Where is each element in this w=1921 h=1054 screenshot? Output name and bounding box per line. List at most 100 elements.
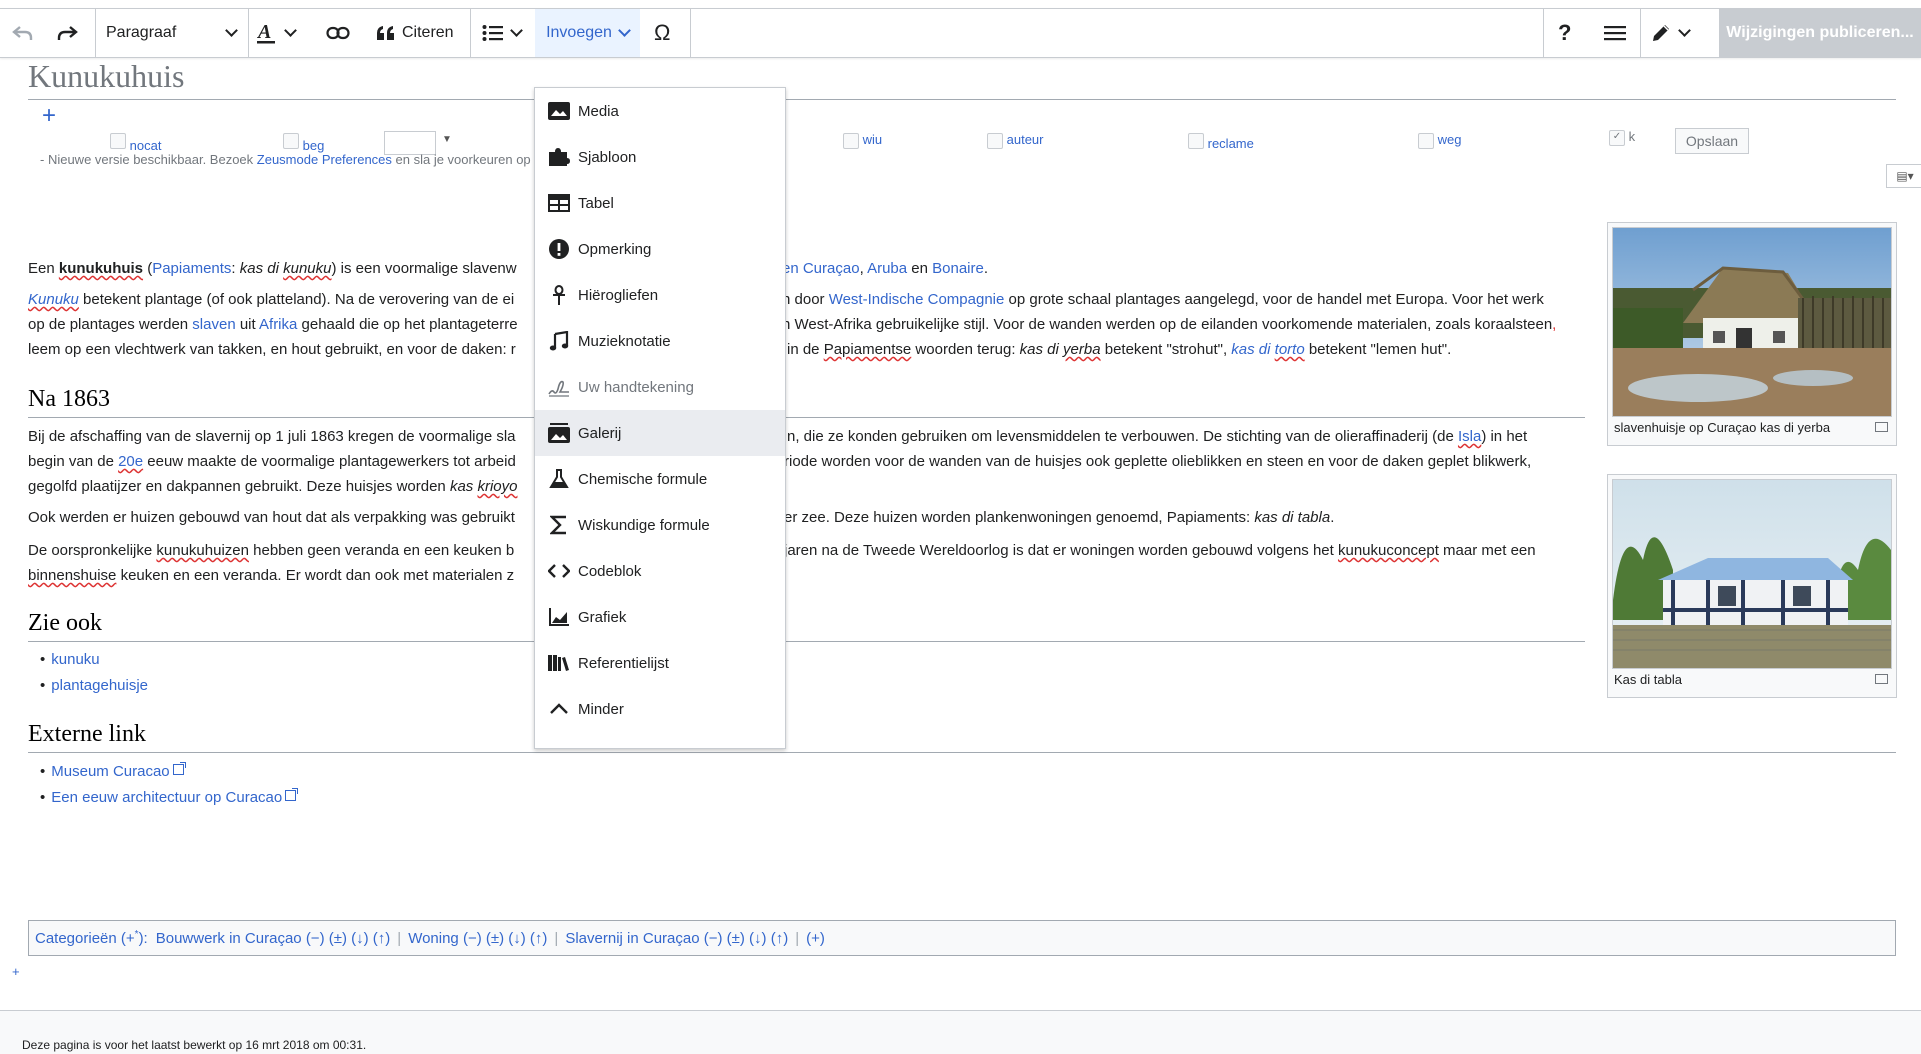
link-curacao[interactable]: en Curaçao — [782, 260, 860, 277]
page-title[interactable]: Kunukuhuis — [28, 58, 184, 95]
gadget-k[interactable]: ✓ k — [1609, 129, 1635, 153]
link-museum-curacao[interactable]: Museum Curacao — [51, 762, 186, 780]
category-controls[interactable]: (−) (±) (↓) (↑) — [463, 930, 547, 947]
publish-changes-button[interactable]: Wijzigingen publiceren... — [1719, 9, 1921, 57]
text-style-icon: A — [256, 21, 275, 44]
gadget-auteur[interactable]: auteur — [987, 132, 1044, 156]
gadget-weg[interactable]: weg — [1418, 132, 1461, 156]
checkbox[interactable] — [987, 132, 1003, 149]
thumbnail-kas-di-tabla[interactable]: Kas di tabla — [1607, 474, 1897, 698]
link-papiaments[interactable]: Papiaments — [152, 260, 231, 277]
menu-item-opmerking[interactable]: Opmerking — [535, 226, 785, 272]
menu-item-codeblok[interactable]: Codeblok — [535, 548, 785, 594]
cite-button[interactable]: Citeren — [376, 9, 460, 57]
heading-na-1863[interactable]: Na 1863 — [28, 386, 110, 413]
omega-icon: Ω — [654, 20, 671, 45]
add-section-button[interactable]: + — [42, 102, 56, 130]
checkbox[interactable] — [843, 132, 859, 149]
menu-item-wiskundige-formule[interactable]: Wiskundige formule — [535, 502, 785, 548]
link-wic[interactable]: West-Indische Compagnie — [829, 291, 1005, 308]
category-separator: | — [397, 929, 402, 947]
help-button[interactable]: ? — [1558, 9, 1578, 57]
link-slaven[interactable]: slaven — [192, 316, 235, 333]
link-architectuur-curacao[interactable]: Een eeuw architectuur op Curacao — [51, 788, 299, 806]
category-bouwwerk-in-curacao[interactable]: Bouwwerk in Curaçao — [156, 930, 302, 947]
special-character-button[interactable]: Ω — [654, 9, 680, 57]
ankh-icon — [553, 285, 565, 305]
paragraph-kunuku-line1: Kunuku betekent plantage (of ook plattel… — [28, 291, 515, 308]
checkbox[interactable] — [1418, 132, 1434, 149]
gadget-reclame[interactable]: reclame — [1188, 132, 1254, 156]
menu-item-uw-handtekening[interactable]: Uw handtekening — [535, 364, 785, 410]
category-slavernij-in-curacao[interactable]: Slavernij in Curaçao — [565, 930, 699, 947]
redo-button[interactable] — [56, 9, 84, 57]
category-separator: | — [554, 929, 559, 947]
gallery-icon — [548, 423, 570, 443]
menu-item-referentielijst[interactable]: Referentielijst — [535, 640, 785, 686]
paragraph-format-dropdown[interactable]: Paragraaf — [96, 9, 248, 57]
checkbox[interactable] — [1188, 132, 1204, 149]
editor-toolbar: Paragraaf A Citeren Invoegen Ω ? Wijzigi… — [0, 8, 1921, 58]
enlarge-icon[interactable] — [1875, 422, 1888, 432]
link-aruba[interactable]: Aruba — [867, 260, 907, 277]
heading-externe-link[interactable]: Externe link — [28, 721, 146, 748]
chevron-down-icon — [284, 24, 297, 37]
menu-item-minder[interactable]: Minder — [535, 686, 785, 732]
menu-icon — [1604, 26, 1626, 41]
menu-item-chemische-formule[interactable]: Chemische formule — [535, 456, 785, 502]
image-kas-di-tabla[interactable] — [1612, 479, 1892, 669]
menu-item-muzieknotatie[interactable]: Muzieknotatie — [535, 318, 785, 364]
link-kunuku[interactable]: Kunuku — [28, 291, 79, 308]
menu-item-tabel[interactable]: Tabel — [535, 180, 785, 226]
paragraph-1863-line1-right: n, die ze konden gebruiken om levensmidd… — [787, 428, 1528, 445]
preferences-link[interactable]: Zeusmode Preferences — [257, 152, 392, 167]
link-bonaire[interactable]: Bonaire — [932, 260, 984, 277]
gadget-toggle[interactable]: ▤▾ — [1886, 164, 1921, 188]
menu-item-hierogliefen[interactable]: Hiërogliefen — [535, 272, 785, 318]
chevron-down-icon — [510, 24, 523, 37]
category-controls[interactable]: (−) (±) (↓) (↑) — [704, 930, 788, 947]
text-style-dropdown[interactable]: A — [256, 9, 308, 57]
page-options-button[interactable] — [1604, 9, 1628, 57]
undo-button[interactable] — [12, 9, 40, 57]
category-controls[interactable]: (−) (±) (↓) (↑) — [306, 930, 390, 947]
checkbox[interactable] — [110, 132, 126, 149]
thumbnail-kas-di-yerba[interactable]: slavenhuisje op Curaçao kas di yerba — [1607, 222, 1897, 446]
music-note-icon — [549, 331, 569, 351]
link-koraalsteen[interactable]: , — [1552, 316, 1556, 333]
heading-divider — [28, 752, 1896, 753]
menu-item-sjabloon[interactable]: Sjabloon — [535, 134, 785, 180]
heading-zie-ook[interactable]: Zie ook — [28, 610, 102, 637]
checkbox[interactable] — [283, 132, 299, 149]
paragraph-1863-line2-right: riode worden voor de wanden van de huisj… — [784, 453, 1532, 470]
flask-icon — [549, 469, 569, 488]
edit-mode-dropdown[interactable] — [1650, 9, 1700, 57]
menu-item-galerij[interactable]: Galerij — [535, 410, 785, 456]
link-20e[interactable]: 20e — [118, 453, 143, 470]
checkbox-checked[interactable]: ✓ — [1609, 129, 1625, 146]
external-link-icon — [172, 762, 186, 775]
paragraph-1863-line1: Bij de afschaffing van de slavernij op 1… — [28, 428, 516, 445]
gadget-save-button[interactable]: Opslaan — [1675, 128, 1749, 154]
menu-item-grafiek[interactable]: Grafiek — [535, 594, 785, 640]
categories-link[interactable]: Categorieën (+*): — [35, 929, 148, 947]
menu-item-media[interactable]: Media — [535, 88, 785, 134]
chevron-up-icon — [550, 703, 568, 714]
enlarge-icon[interactable] — [1875, 674, 1888, 684]
link-kunuku-see-also[interactable]: kunuku — [51, 651, 99, 668]
bullet-list-icon — [482, 25, 503, 41]
add-category-button[interactable]: (+) — [806, 930, 825, 947]
gadget-wiu[interactable]: wiu — [843, 132, 882, 156]
insert-dropdown[interactable]: Invoegen — [535, 9, 640, 57]
image-kas-di-yerba[interactable] — [1612, 227, 1892, 417]
separator — [1543, 9, 1544, 57]
small-add-button[interactable]: + — [12, 964, 20, 979]
list-dropdown[interactable] — [482, 9, 528, 57]
link-button[interactable] — [326, 9, 354, 57]
category-woning[interactable]: Woning — [408, 930, 459, 947]
link-afrika[interactable]: Afrika — [259, 316, 297, 333]
link-isla[interactable]: Isla — [1458, 428, 1481, 445]
external-link-icon — [285, 788, 299, 801]
link-kas-di-torto[interactable]: kas di torto — [1231, 341, 1304, 358]
link-plantagehuisje[interactable]: plantagehuisje — [51, 677, 148, 694]
